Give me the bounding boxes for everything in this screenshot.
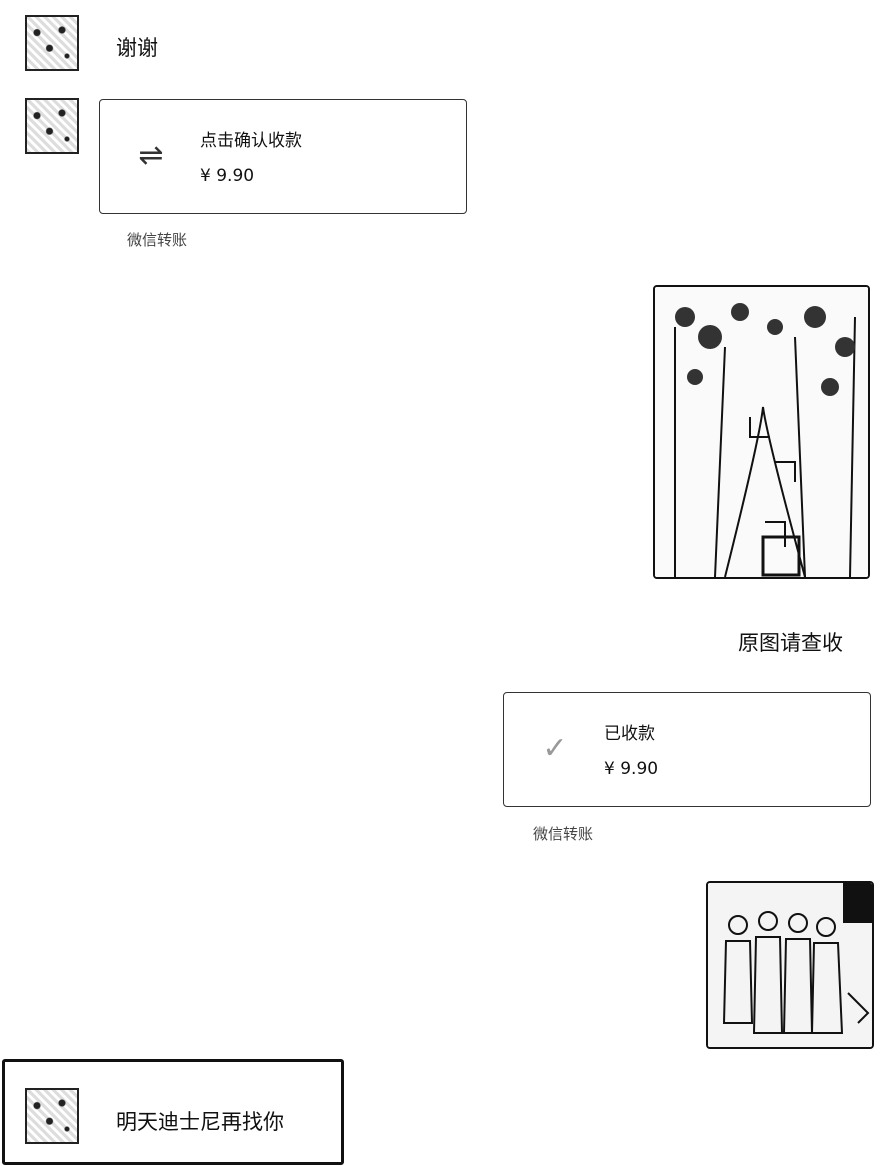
transfer-title: 已收款 (604, 724, 655, 744)
photo-content (708, 883, 872, 1047)
sent-photo-park[interactable] (653, 285, 870, 579)
message-text: 谢谢 (116, 36, 158, 60)
transfer-amount: ¥ 9.90 (604, 759, 659, 779)
contact-avatar[interactable] (25, 15, 79, 71)
check-icon: ✓ (542, 731, 568, 766)
transfer-card-pending[interactable]: ⇌ 点击确认收款 ¥ 9.90 (99, 99, 467, 214)
contact-avatar[interactable] (25, 98, 79, 154)
transfer-arrows-icon: ⇌ (138, 138, 164, 173)
transfer-footer: 微信转账 (127, 231, 188, 249)
transfer-amount: ¥ 9.90 (200, 166, 255, 186)
sent-photo-group[interactable] (706, 881, 874, 1049)
contact-avatar[interactable] (25, 1088, 79, 1144)
transfer-footer: 微信转账 (533, 825, 594, 843)
message-text: 明天迪士尼再找你 (116, 1110, 284, 1134)
transfer-title: 点击确认收款 (200, 131, 302, 151)
photo-content (655, 287, 868, 577)
photo-caption: 原图请查收 (738, 631, 843, 655)
transfer-card-received[interactable]: ✓ 已收款 ¥ 9.90 (503, 692, 871, 807)
message-row: 明天迪士尼再找你 (2, 1059, 344, 1165)
